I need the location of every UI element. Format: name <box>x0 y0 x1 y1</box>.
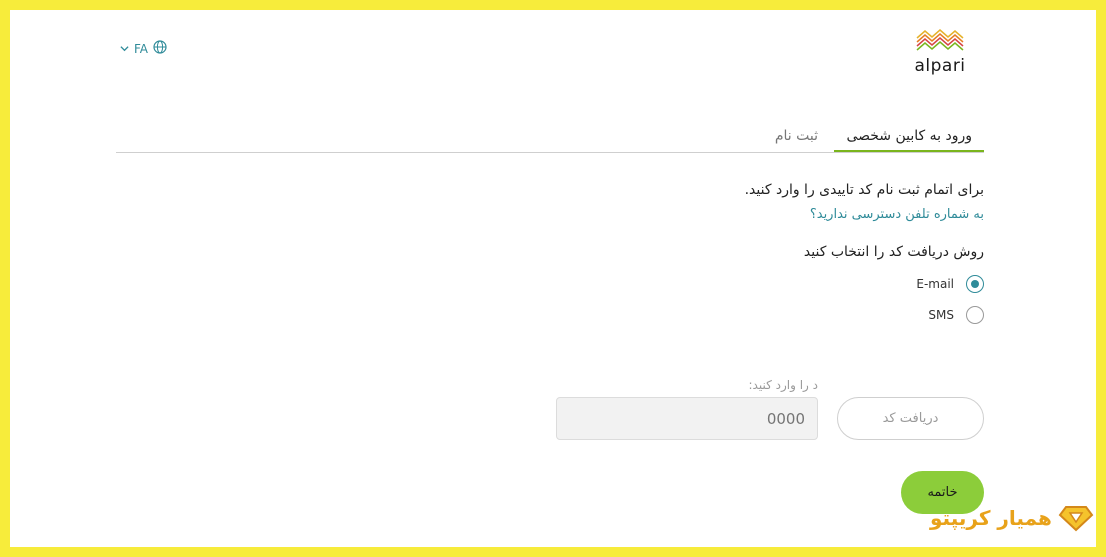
radio-label-email: E-mail <box>916 277 954 291</box>
radio-option-email[interactable]: E-mail <box>916 275 984 293</box>
code-input-label: د را وارد کنید: <box>748 378 818 392</box>
tab-bar: ورود به کابین شخصی ثبت نام <box>116 122 984 153</box>
globe-icon <box>153 40 167 57</box>
no-phone-access-link[interactable]: به شماره تلفن دسترسی ندارید؟ <box>810 207 984 222</box>
logo-mark-icon <box>916 29 964 51</box>
tab-register[interactable]: ثبت نام <box>763 128 830 150</box>
language-selector[interactable]: FA <box>120 40 167 57</box>
radio-option-sms[interactable]: SMS <box>928 306 984 324</box>
radio-button-sms[interactable] <box>966 306 984 324</box>
tab-login[interactable]: ورود به کابین شخصی <box>834 128 984 152</box>
verification-code-input[interactable] <box>556 397 818 440</box>
radio-label-sms: SMS <box>928 308 954 322</box>
get-code-button[interactable]: دریافت کد <box>837 397 984 440</box>
watermark: همیار کریپتو <box>930 504 1094 532</box>
method-label: روش دریافت کد را انتخاب کنید <box>803 244 984 260</box>
chevron-down-icon <box>120 42 129 56</box>
radio-button-email[interactable] <box>966 275 984 293</box>
watermark-text: همیار کریپتو <box>930 506 1052 530</box>
language-code: FA <box>134 41 149 56</box>
diamond-icon <box>1058 506 1094 532</box>
logo-text: alpari <box>914 56 966 76</box>
alpari-logo[interactable]: alpari <box>910 28 970 76</box>
instruction-text: برای اتمام ثبت نام کد تاییدی را وارد کنی… <box>744 182 984 198</box>
